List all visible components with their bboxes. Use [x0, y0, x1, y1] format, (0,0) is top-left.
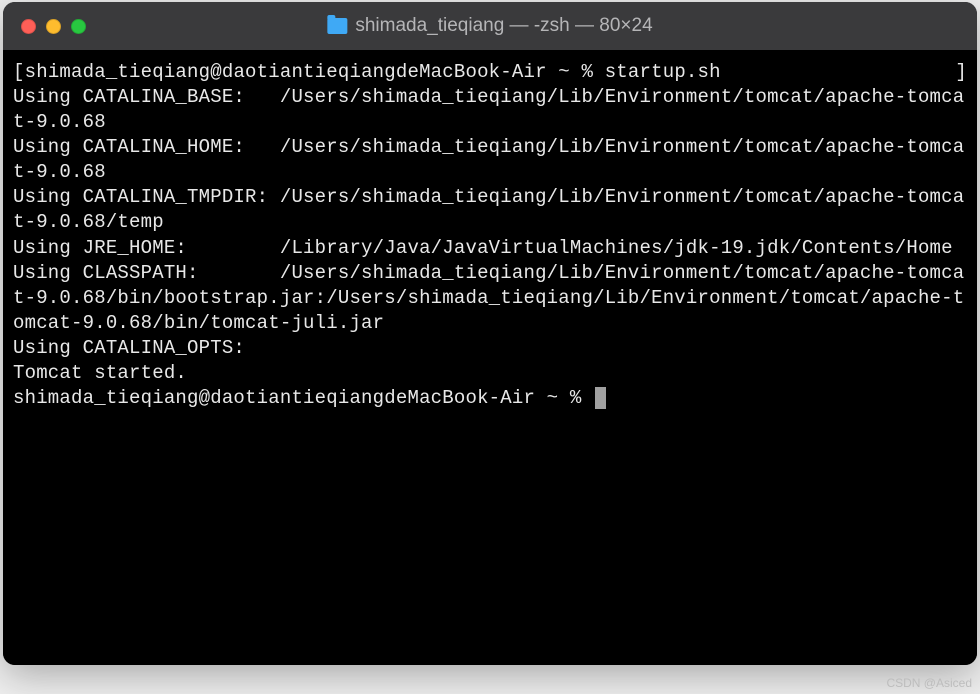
traffic-lights	[21, 19, 86, 34]
folder-icon	[327, 18, 347, 34]
window-title: shimada_tieqiang — -zsh — 80×24	[327, 15, 652, 37]
minimize-button[interactable]	[46, 19, 61, 34]
command-text: startup.sh	[605, 61, 721, 83]
terminal-body[interactable]: [shimada_tieqiang@daotiantieqiangdeMacBo…	[3, 50, 977, 665]
prompt-line-1: [shimada_tieqiang@daotiantieqiangdeMacBo…	[13, 60, 967, 85]
bracket-close: ]	[955, 60, 967, 85]
terminal-window: shimada_tieqiang — -zsh — 80×24 [shimada…	[3, 2, 977, 665]
close-button[interactable]	[21, 19, 36, 34]
shell-prompt-2: shimada_tieqiang@daotiantieqiangdeMacBoo…	[13, 387, 593, 409]
watermark: CSDN @Asiced	[886, 676, 972, 690]
maximize-button[interactable]	[71, 19, 86, 34]
terminal-output: Using CATALINA_BASE: /Users/shimada_tieq…	[13, 86, 964, 384]
titlebar[interactable]: shimada_tieqiang — -zsh — 80×24	[3, 2, 977, 50]
bracket-open: [	[13, 61, 25, 83]
cursor	[595, 387, 606, 409]
title-text: shimada_tieqiang — -zsh — 80×24	[355, 15, 652, 37]
shell-prompt: shimada_tieqiang@daotiantieqiangdeMacBoo…	[25, 61, 605, 83]
